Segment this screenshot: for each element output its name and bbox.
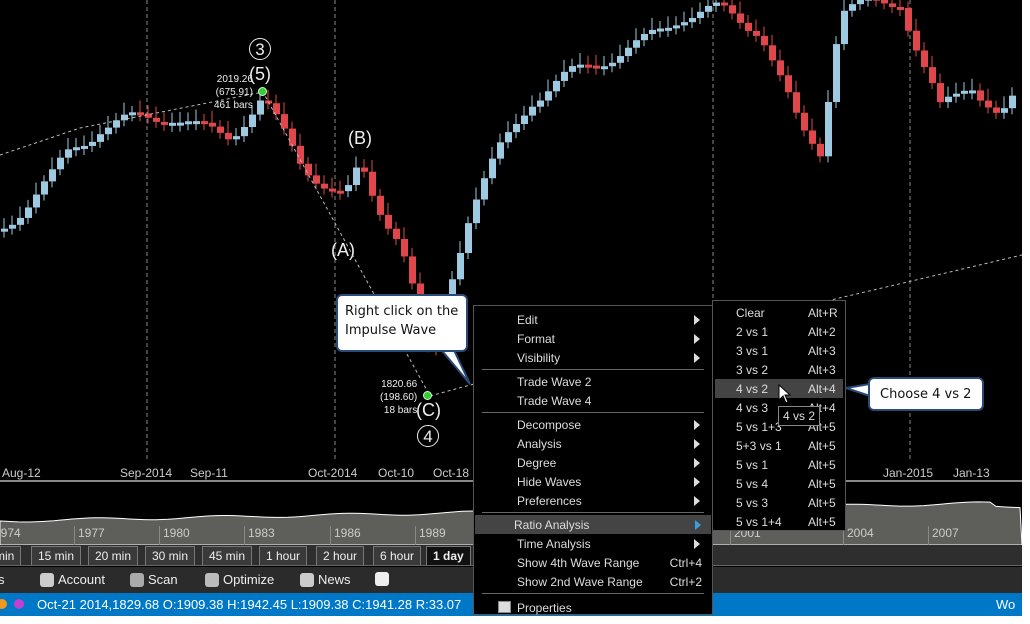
menu-item-show-4th-wave-range[interactable]: Show 4th Wave Range Ctrl+4 <box>478 553 710 572</box>
person-icon <box>40 572 54 587</box>
menu-item-properties[interactable]: Properties <box>478 598 710 616</box>
news-icon <box>300 572 314 587</box>
timeframe-tab[interactable]: min <box>0 546 22 565</box>
overview-label: 2007 <box>928 526 959 545</box>
callout-choose: Choose 4 vs 2 <box>868 377 984 411</box>
toolbar-rts-button[interactable]: rts <box>0 572 4 587</box>
purple-dot-icon <box>14 599 24 609</box>
timeframe-tab[interactable]: 1 hour <box>259 546 308 565</box>
optimize-icon <box>205 572 219 587</box>
magnifier-icon <box>130 572 144 587</box>
timeframe-tab[interactable]: 45 min <box>202 546 253 565</box>
timeframe-tab[interactable]: 6 hour <box>373 546 422 565</box>
status-text: Oct-21 2014,1829.68 O:1909.38 H:1942.45 … <box>37 597 462 612</box>
overview-label: 1977 <box>74 526 105 545</box>
overview-label: 1983 <box>244 526 275 545</box>
overview-label: 1986 <box>330 526 361 545</box>
toolbar-layout-button[interactable] <box>375 572 393 586</box>
toolbar-news-button[interactable]: News <box>300 572 351 587</box>
overview-label: 1989 <box>415 526 446 545</box>
ratio-item-5-vs-1-4[interactable]: 5 vs 1+4 Alt+5 <box>715 512 843 531</box>
timeframe-tab[interactable]: 15 min <box>31 546 82 565</box>
menu-item-show-2nd-wave-range[interactable]: Show 2nd Wave Range Ctrl+2 <box>478 572 710 591</box>
toolbar-scan-button[interactable]: Scan <box>130 572 178 587</box>
properties-icon <box>498 601 511 613</box>
status-right: Wo <box>996 597 1016 612</box>
menu-item-preferences[interactable]: Preferences <box>478 491 710 510</box>
timeframe-tab[interactable]: 2 hour <box>316 546 365 565</box>
menu-item-ratio-analysis[interactable]: Ratio Analysis <box>475 515 711 534</box>
overview-label: 1974 <box>0 526 21 545</box>
toolbar-account-button[interactable]: Account <box>40 572 105 587</box>
menu-item-time-analysis[interactable]: Time Analysis <box>478 534 710 553</box>
ratio-item-5-vs-3[interactable]: 5 vs 3 Alt+5 <box>715 493 843 512</box>
orange-dot-icon <box>0 599 7 609</box>
callout-right-click: Right click on the Impulse Wave <box>336 294 468 352</box>
menu-separator <box>482 593 704 594</box>
trading-app: Aug-12 Sep-2014 Sep-11 Oct-2014 Oct-10 Oct-18… <box>0 0 1022 616</box>
menu-separator <box>482 512 704 513</box>
overview-label: 1980 <box>159 526 190 545</box>
timeframe-tab[interactable]: 1 day <box>426 546 471 565</box>
submenu-arrow-icon <box>695 520 701 530</box>
timeframe-tab[interactable]: 20 min <box>88 546 139 565</box>
timeframe-tab[interactable]: 30 min <box>145 546 196 565</box>
submenu-arrow-icon <box>694 539 700 549</box>
overview-label: 2004 <box>843 526 874 545</box>
add-layout-icon <box>375 572 389 586</box>
submenu-arrow-icon <box>694 496 700 506</box>
toolbar-optimize-button[interactable]: Optimize <box>205 572 274 587</box>
